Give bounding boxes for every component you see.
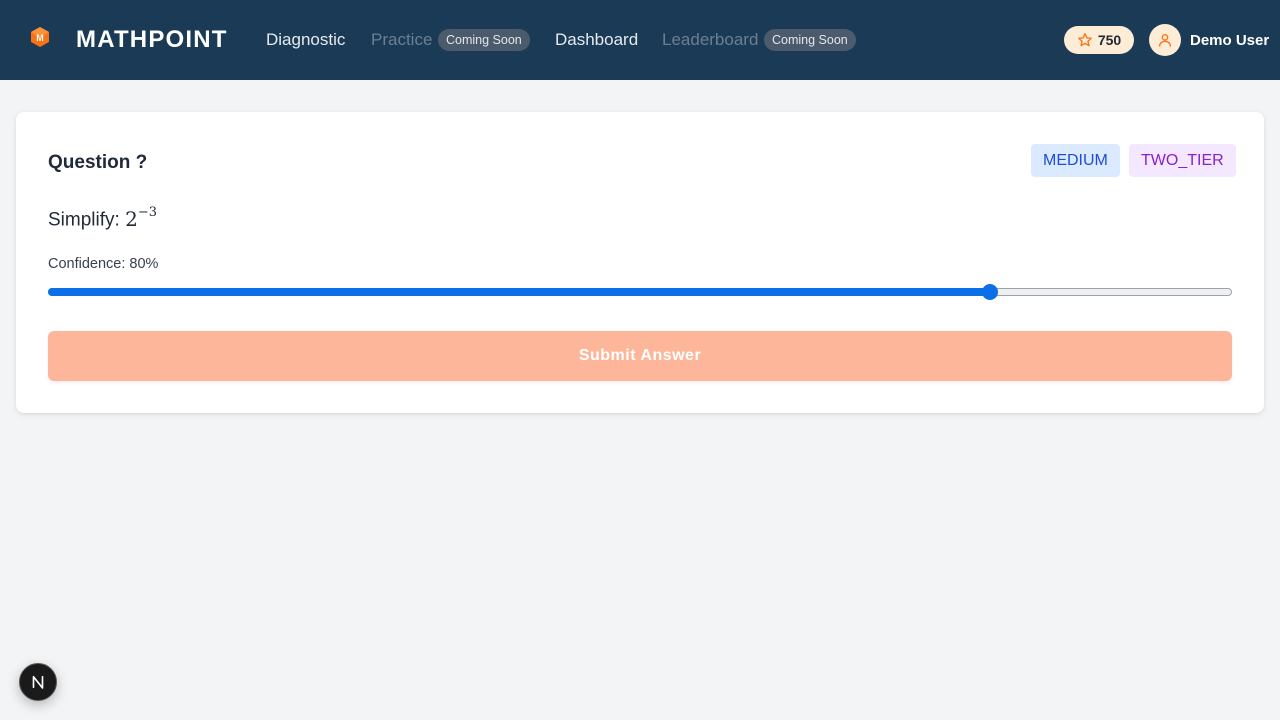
question-prompt-text: Simplify:	[48, 209, 120, 231]
submit-answer-button[interactable]: Submit Answer	[48, 331, 1232, 381]
points-badge: 750	[1064, 26, 1134, 54]
slider-thumb[interactable]	[982, 284, 999, 300]
math-base: 2	[125, 206, 138, 231]
top-navbar: M MATHPOINT Diagnostic Practice Coming S…	[0, 0, 1280, 80]
confidence-slider[interactable]	[48, 284, 1232, 300]
avatar[interactable]	[1149, 24, 1181, 56]
difficulty-badge: MEDIUM	[1031, 144, 1120, 177]
question-type-badge: TWO_TIER	[1129, 144, 1236, 177]
nav-practice: Practice	[371, 30, 433, 49]
star-icon	[1077, 33, 1092, 47]
math-expression: 2−3	[125, 205, 157, 231]
coming-soon-badge: Coming Soon	[438, 29, 530, 51]
nav-dashboard[interactable]: Dashboard	[555, 30, 638, 50]
points-value: 750	[1097, 32, 1122, 48]
user-name[interactable]: Demo User	[1190, 32, 1269, 49]
coming-soon-badge: Coming Soon	[764, 29, 856, 51]
question-prompt: Simplify: 2−3	[48, 202, 157, 234]
question-card: Question ? MEDIUM TWO_TIER Simplify: 2−3…	[16, 112, 1264, 413]
svg-text:M: M	[36, 33, 44, 43]
nav-leaderboard: Leaderboard	[662, 30, 759, 49]
hexagon-logo-icon[interactable]: M	[29, 26, 51, 48]
brand-name[interactable]: MATHPOINT	[76, 26, 228, 54]
slider-fill	[48, 288, 991, 296]
question-title: Question ?	[48, 152, 148, 173]
nav-diagnostic[interactable]: Diagnostic	[266, 30, 345, 50]
user-icon	[1159, 34, 1171, 47]
math-exponent: −3	[137, 205, 157, 220]
confidence-label: Confidence: 80%	[48, 256, 159, 272]
dev-tools-badge[interactable]	[19, 663, 57, 701]
next-n-icon	[32, 675, 44, 689]
